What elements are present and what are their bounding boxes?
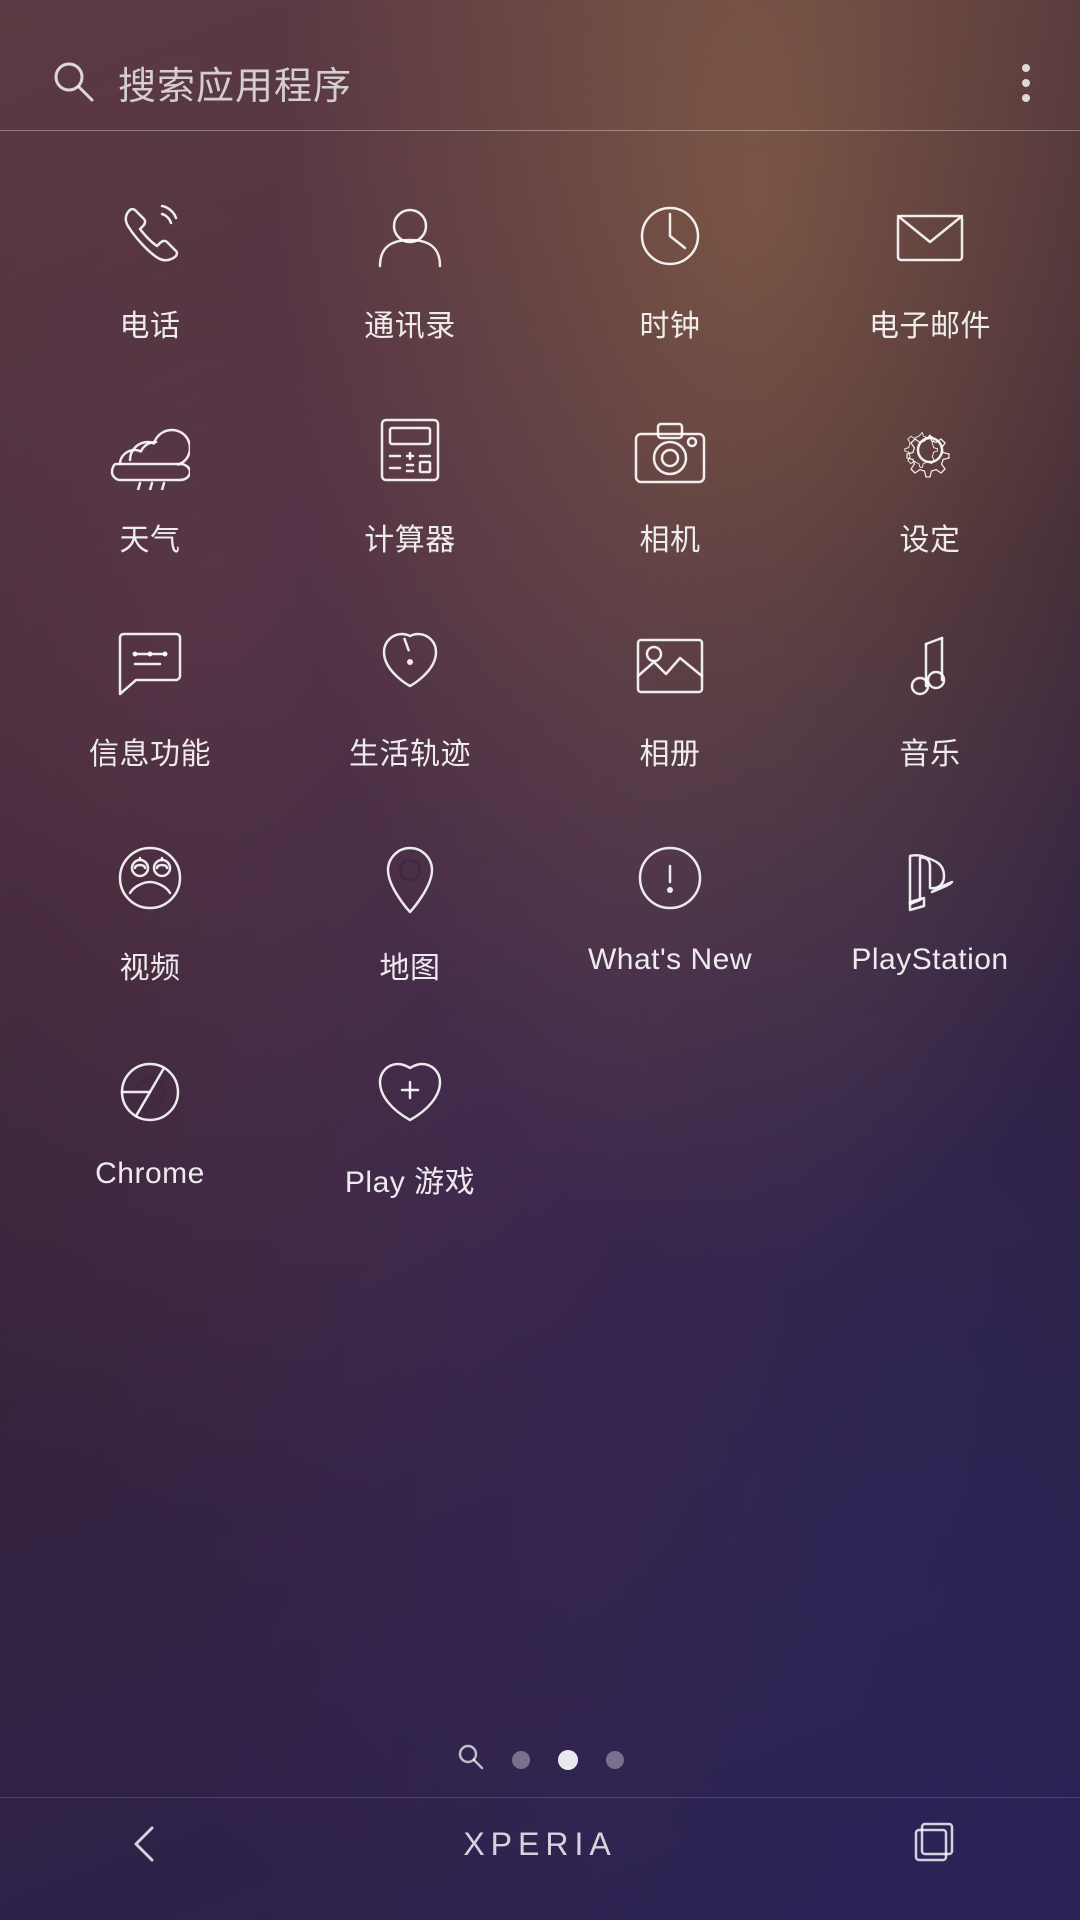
video-label: 视频 bbox=[120, 943, 181, 987]
xperia-brand: XPERIA bbox=[463, 1826, 616, 1863]
page-dot-1[interactable] bbox=[512, 1751, 530, 1769]
contacts-icon bbox=[365, 191, 455, 281]
search-icon bbox=[50, 58, 94, 107]
search-nav-icon[interactable] bbox=[456, 1742, 484, 1777]
whatsnew-icon bbox=[625, 833, 715, 923]
recent-apps-button[interactable] bbox=[908, 1818, 960, 1870]
music-icon bbox=[885, 619, 975, 709]
app-messages[interactable]: 信息功能 bbox=[20, 619, 280, 773]
playstation-label: PlayStation bbox=[851, 943, 1008, 977]
playgames-icon bbox=[365, 1047, 455, 1137]
messages-icon bbox=[105, 619, 195, 709]
music-label: 音乐 bbox=[900, 729, 961, 773]
email-label: 电子邮件 bbox=[869, 301, 991, 345]
app-contacts[interactable]: 通讯录 bbox=[280, 191, 540, 345]
calculator-label: 计算器 bbox=[364, 515, 456, 559]
phone-icon bbox=[105, 191, 195, 281]
app-camera[interactable]: 相机 bbox=[540, 405, 800, 559]
app-settings[interactable]: 设定 bbox=[800, 405, 1060, 559]
app-grid: 电话 通讯录 时钟 bbox=[0, 131, 1080, 1712]
clock-label: 时钟 bbox=[640, 301, 701, 345]
app-lifelog[interactable]: 生活轨迹 bbox=[280, 619, 540, 773]
settings-label: 设定 bbox=[900, 515, 961, 559]
playgames-label: Play 游戏 bbox=[345, 1157, 475, 1201]
app-weather[interactable]: 天气 bbox=[20, 405, 280, 559]
maps-label: 地图 bbox=[380, 943, 441, 987]
search-input[interactable]: 搜索应用程序 bbox=[118, 55, 1022, 110]
app-album[interactable]: 相册 bbox=[540, 619, 800, 773]
maps-icon bbox=[365, 833, 455, 923]
app-email[interactable]: 电子邮件 bbox=[800, 191, 1060, 345]
page-dot-3[interactable] bbox=[606, 1751, 624, 1769]
app-maps[interactable]: 地图 bbox=[280, 833, 540, 987]
weather-icon bbox=[105, 405, 195, 495]
back-button[interactable] bbox=[120, 1818, 172, 1870]
app-chrome[interactable]: Chrome bbox=[20, 1047, 280, 1201]
camera-icon bbox=[625, 405, 715, 495]
weather-label: 天气 bbox=[120, 515, 181, 559]
whatsnew-label: What's New bbox=[588, 943, 752, 977]
lifelog-label: 生活轨迹 bbox=[349, 729, 471, 773]
app-music[interactable]: 音乐 bbox=[800, 619, 1060, 773]
settings-icon bbox=[885, 405, 975, 495]
page-dot-2[interactable] bbox=[558, 1750, 578, 1770]
playstation-icon bbox=[885, 833, 975, 923]
search-bar: 搜索应用程序 bbox=[0, 0, 1080, 131]
app-clock[interactable]: 时钟 bbox=[540, 191, 800, 345]
app-whatsnew[interactable]: What's New bbox=[540, 833, 800, 987]
album-label: 相册 bbox=[640, 729, 701, 773]
app-phone[interactable]: 电话 bbox=[20, 191, 280, 345]
chrome-label: Chrome bbox=[95, 1157, 205, 1191]
app-video[interactable]: 视频 bbox=[20, 833, 280, 987]
chrome-icon bbox=[105, 1047, 195, 1137]
camera-label: 相机 bbox=[640, 515, 701, 559]
app-playstation[interactable]: PlayStation bbox=[800, 833, 1060, 987]
lifelog-icon bbox=[365, 619, 455, 709]
calculator-icon bbox=[365, 405, 455, 495]
email-icon bbox=[885, 191, 975, 281]
app-playgames[interactable]: Play 游戏 bbox=[280, 1047, 540, 1201]
app-calculator[interactable]: 计算器 bbox=[280, 405, 540, 559]
video-icon bbox=[105, 833, 195, 923]
contacts-label: 通讯录 bbox=[364, 301, 456, 345]
system-navigation: XPERIA bbox=[0, 1797, 1080, 1920]
clock-icon bbox=[625, 191, 715, 281]
messages-label: 信息功能 bbox=[89, 729, 211, 773]
page-indicator bbox=[0, 1712, 1080, 1797]
album-icon bbox=[625, 619, 715, 709]
phone-label: 电话 bbox=[120, 301, 181, 345]
more-options-icon[interactable] bbox=[1022, 64, 1030, 102]
